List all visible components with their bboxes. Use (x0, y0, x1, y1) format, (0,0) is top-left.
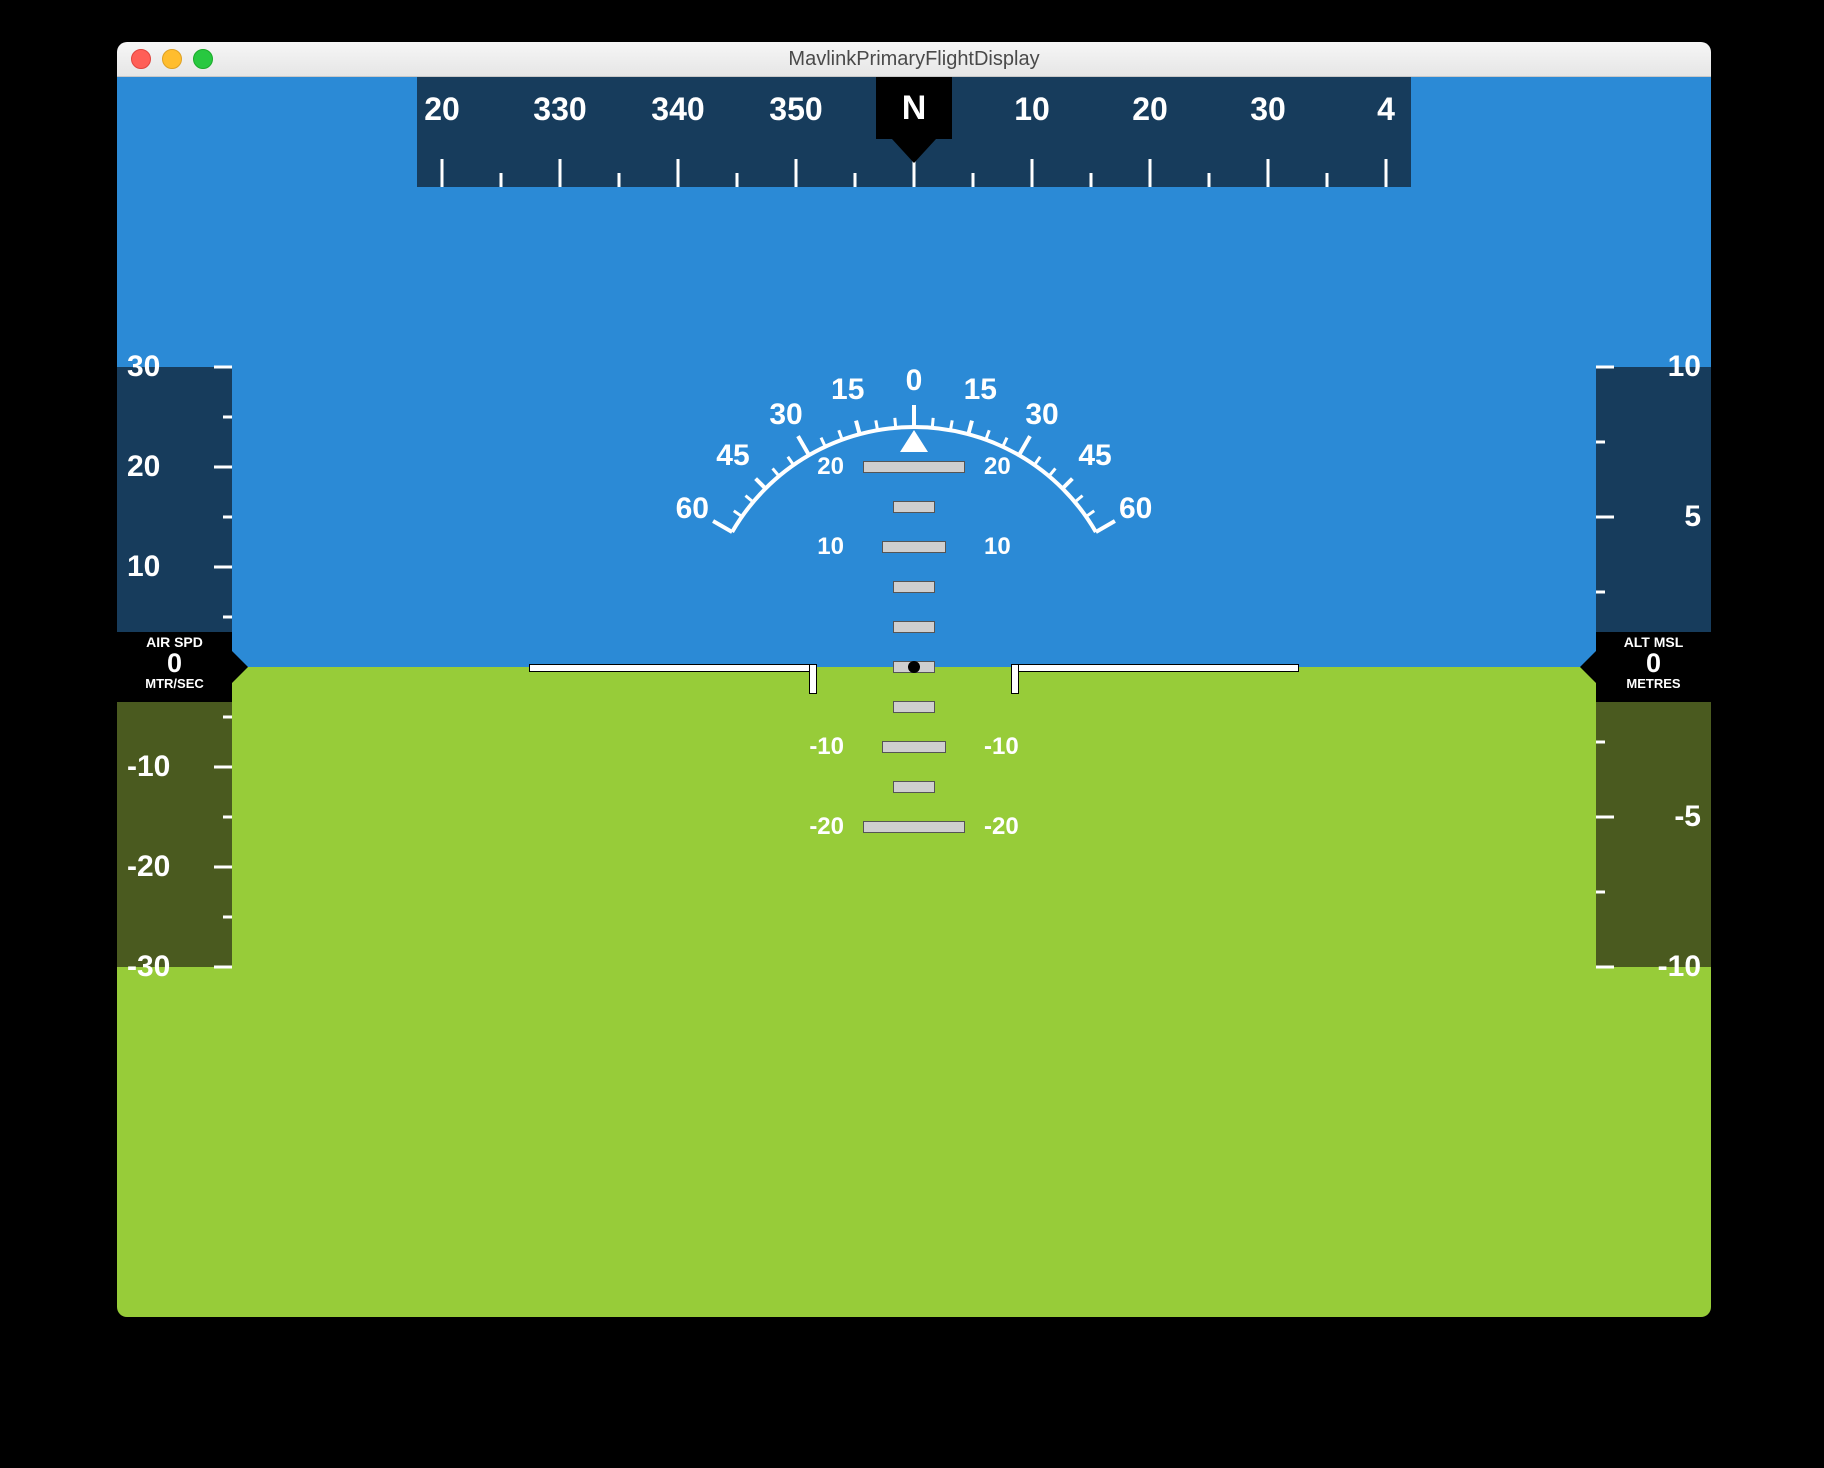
pitch-label: 10 (984, 533, 1011, 561)
app-window: MavlinkPrimaryFlightDisplay 20 330 340 350 N… (117, 42, 1711, 1317)
airspeed-tick-label: 10 (127, 550, 160, 584)
heading-tick-label: 30 (1250, 91, 1286, 128)
pitch-rung (893, 701, 935, 713)
airspeed-tick-label: -20 (127, 850, 170, 884)
heading-tape: 20330340350N1020304 N (417, 77, 1411, 187)
airspeed-tick-label: 20 (127, 450, 160, 484)
heading-tick-label: 20 (1132, 91, 1168, 128)
pitch-rung (893, 581, 935, 593)
pitch-rung (893, 621, 935, 633)
airspeed-tick-label: 30 (127, 350, 160, 384)
heading-tick-label: 350 (769, 91, 822, 128)
altitude-tick-label: 5 (1684, 500, 1701, 534)
bank-pointer-icon (900, 430, 928, 452)
minimize-icon[interactable] (162, 49, 182, 69)
pitch-rung (882, 741, 946, 753)
pitch-rung (882, 541, 946, 553)
altitude-tick-label: 10 (1668, 350, 1701, 384)
pitch-label: 20 (817, 453, 844, 481)
pitch-rung (863, 821, 965, 833)
pitch-label: -10 (984, 733, 1019, 761)
heading-tick-label: 4 (1377, 91, 1395, 128)
traffic-lights (131, 49, 213, 69)
pitch-rung (893, 781, 935, 793)
pitch-rung (863, 461, 965, 473)
altitude-tape: 105-5-10 ALT MSL 0 METRES (1596, 367, 1711, 967)
close-icon[interactable] (131, 49, 151, 69)
heading-pointer: N (876, 77, 952, 167)
bank-tick-label: 15 (831, 373, 864, 407)
heading-tick-label: 340 (651, 91, 704, 128)
heading-value: N (902, 89, 927, 128)
altitude-value: 0 (1596, 650, 1711, 676)
airspeed-tick-label: -30 (127, 950, 170, 984)
window-title: MavlinkPrimaryFlightDisplay (117, 48, 1711, 71)
pitch-label: 10 (817, 533, 844, 561)
bank-tick-label: 15 (964, 373, 997, 407)
titlebar: MavlinkPrimaryFlightDisplay (117, 42, 1711, 77)
bank-tick-label: 30 (1025, 398, 1058, 432)
airspeed-value: 0 (117, 650, 232, 676)
airspeed-tape: 302010-10-20-30 AIR SPD 0 MTR/SEC (117, 367, 232, 967)
pitch-rung (893, 501, 935, 513)
altitude-box: ALT MSL 0 METRES (1596, 632, 1711, 702)
pitch-label: -20 (809, 813, 844, 841)
altitude-tick-label: -10 (1658, 950, 1701, 984)
bank-tick-label: 60 (676, 492, 709, 526)
pfd-canvas: 20330340350N1020304 N 60453015015304560 … (117, 77, 1711, 1317)
airspeed-unit: MTR/SEC (117, 676, 232, 691)
altitude-tick-label: -5 (1674, 800, 1701, 834)
heading-tick-label: 330 (533, 91, 586, 128)
airspeed-box: AIR SPD 0 MTR/SEC (117, 632, 232, 702)
bank-tick-label: 45 (1078, 439, 1111, 473)
bank-tick-label: 0 (906, 364, 923, 398)
bank-tick-label: 45 (716, 439, 749, 473)
heading-tick-label: 10 (1014, 91, 1050, 128)
pitch-label: -20 (984, 813, 1019, 841)
pitch-label: -10 (809, 733, 844, 761)
bank-tick-label: 60 (1119, 492, 1152, 526)
airspeed-tick-label: -10 (127, 750, 170, 784)
heading-tick-label: 20 (424, 91, 460, 128)
altitude-unit: METRES (1596, 676, 1711, 691)
zoom-icon[interactable] (193, 49, 213, 69)
bank-tick-label: 30 (769, 398, 802, 432)
pitch-label: 20 (984, 453, 1011, 481)
